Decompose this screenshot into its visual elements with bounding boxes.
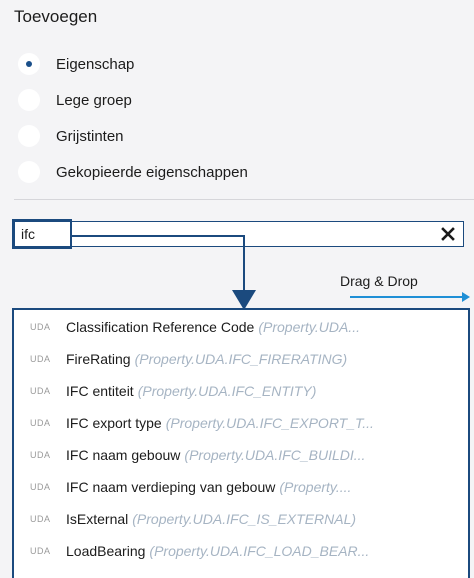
item-name: LoadBearing bbox=[66, 543, 146, 559]
list-item[interactable]: UDA LoadBearing (Property.UDA.IFC_LOAD_B… bbox=[14, 536, 468, 566]
item-property: (Property.UDA.IFC_LOAD_BEAR... bbox=[149, 543, 370, 559]
list-item[interactable]: UDA IsExternal (Property.UDA.IFC_IS_EXTE… bbox=[14, 504, 468, 534]
radio-button[interactable] bbox=[18, 89, 40, 111]
item-property: (Property.UDA.IFC_EXPORT_T... bbox=[165, 415, 374, 431]
uda-tag: UDA bbox=[30, 386, 51, 396]
uda-tag: UDA bbox=[30, 354, 51, 364]
section-title: Toevoegen bbox=[14, 7, 98, 26]
uda-tag: UDA bbox=[30, 514, 51, 524]
item-property: (Property.UDA.IFC_FIRERATING) bbox=[134, 351, 348, 367]
radio-option-eigenschap[interactable]: Eigenschap bbox=[18, 50, 134, 78]
item-property: (Property.... bbox=[279, 479, 352, 495]
item-name: IFC naam gebouw bbox=[66, 447, 181, 463]
radio-button[interactable] bbox=[18, 161, 40, 183]
uda-tag: UDA bbox=[30, 322, 51, 332]
radio-option-lege-groep[interactable]: Lege groep bbox=[18, 86, 132, 114]
search-box[interactable] bbox=[14, 221, 464, 247]
uda-tag: UDA bbox=[30, 546, 51, 556]
uda-tag: UDA bbox=[30, 418, 51, 428]
item-name: IFC naam verdieping van gebouw bbox=[66, 479, 276, 495]
item-name: FireRating bbox=[66, 351, 131, 367]
property-list: UDA Classification Reference Code (Prope… bbox=[12, 308, 470, 578]
radio-label: Grijstinten bbox=[56, 127, 124, 145]
list-item[interactable]: UDA FireRating (Property.UDA.IFC_FIRERAT… bbox=[14, 344, 468, 374]
item-property: (Property.UDA... bbox=[258, 319, 360, 335]
uda-tag: UDA bbox=[30, 450, 51, 460]
list-item[interactable]: UDA IFC export type (Property.UDA.IFC_EX… bbox=[14, 408, 468, 438]
close-icon[interactable] bbox=[439, 225, 457, 243]
item-property: (Property.UDA.IFC_IS_EXTERNAL) bbox=[132, 511, 357, 527]
radio-option-gekopieerde-eigenschappen[interactable]: Gekopieerde eigenschappen bbox=[18, 158, 248, 186]
list-item[interactable]: UDA IFC naam gebouw (Property.UDA.IFC_BU… bbox=[14, 440, 468, 470]
item-property: (Property.UDA.IFC_BUILDI... bbox=[184, 447, 366, 463]
list-item[interactable]: UDA Classification Reference Code (Prope… bbox=[14, 312, 468, 342]
item-name: IsExternal bbox=[66, 511, 129, 527]
radio-option-grijstinten[interactable]: Grijstinten bbox=[18, 122, 124, 150]
list-item[interactable]: UDA IFC entiteit (Property.UDA.IFC_ENTIT… bbox=[14, 376, 468, 406]
item-name: IFC export type bbox=[66, 415, 162, 431]
item-name: Classification Reference Code bbox=[66, 319, 255, 335]
list-item[interactable]: UDA IFC naam verdieping van gebouw (Prop… bbox=[14, 472, 468, 502]
item-name: IFC entiteit bbox=[66, 383, 134, 399]
radio-label: Gekopieerde eigenschappen bbox=[56, 163, 248, 181]
item-property: (Property.UDA.IFC_ENTITY) bbox=[137, 383, 317, 399]
radio-label: Lege groep bbox=[56, 91, 132, 109]
radio-label: Eigenschap bbox=[56, 55, 135, 73]
drag-drop-label: Drag & Drop bbox=[340, 273, 418, 289]
divider bbox=[14, 199, 474, 200]
search-input[interactable] bbox=[21, 224, 421, 244]
radio-button-checked[interactable] bbox=[18, 53, 40, 75]
radio-button[interactable] bbox=[18, 125, 40, 147]
uda-tag: UDA bbox=[30, 482, 51, 492]
